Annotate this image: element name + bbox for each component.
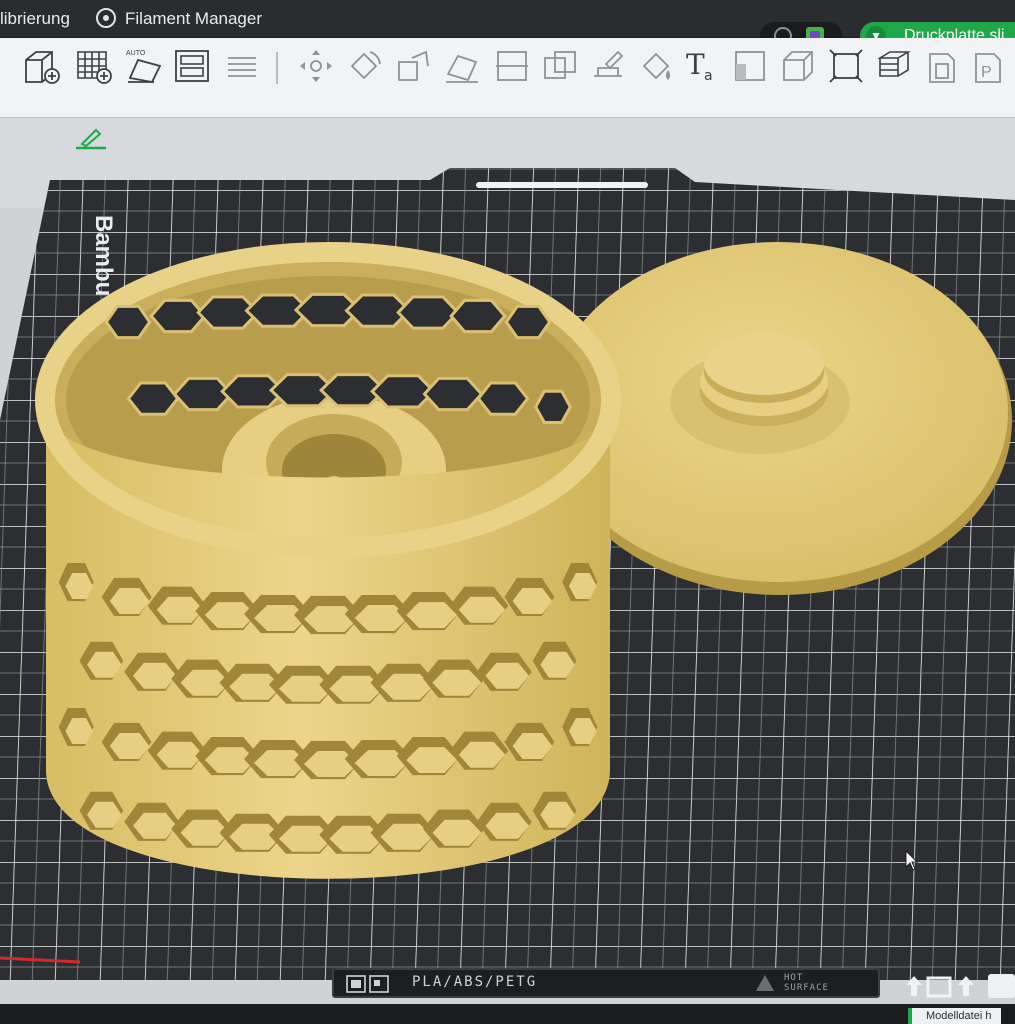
back-hex-hole — [476, 381, 530, 416]
plate-controls — [900, 972, 1015, 1000]
svg-text:P: P — [981, 64, 992, 81]
back-hex-hole — [370, 374, 436, 409]
add-object-icon[interactable] — [22, 46, 62, 86]
text-icon[interactable]: Ta — [684, 46, 724, 86]
back-hex-hole — [504, 304, 552, 340]
hot-surface-warning: HOT SURFACE — [750, 973, 870, 995]
lay-on-face-icon[interactable] — [442, 46, 482, 86]
toolbar-divider — [276, 52, 278, 84]
tab-filament-manager-label: Filament Manager — [125, 9, 263, 28]
arrange-icon[interactable] — [172, 46, 212, 86]
rotate-icon[interactable] — [344, 46, 384, 86]
preview-icon[interactable]: P — [968, 46, 1008, 86]
hot-surface-line1: HOT — [784, 973, 804, 983]
support-paint-icon[interactable] — [588, 46, 628, 86]
status-message: Modelldatei h — [908, 1008, 1002, 1024]
main-toolbar: AUTO Ta P — [0, 38, 1015, 118]
svg-text:AUTO: AUTO — [126, 50, 146, 57]
add-plate-icon[interactable] — [74, 46, 114, 86]
arrow-up-icon — [958, 976, 974, 996]
back-hex-hole — [533, 389, 573, 424]
back-hex-hole — [422, 376, 484, 412]
filament-icon — [96, 8, 116, 28]
assembly-icon[interactable] — [874, 46, 914, 86]
measure-icon[interactable] — [826, 46, 866, 86]
container-model — [35, 242, 621, 879]
hot-surface-line2: SURFACE — [784, 983, 829, 993]
auto-orient-icon[interactable]: AUTO — [124, 46, 164, 86]
filament-compatibility: PLA/ABS/PETG — [412, 974, 538, 990]
mouse-cursor-icon — [905, 849, 919, 872]
status-bar — [0, 1004, 1015, 1024]
tab-calibration-label: librierung — [0, 9, 70, 28]
plate-view-icon[interactable] — [922, 46, 962, 86]
back-hex-hole — [104, 304, 152, 340]
variable-layer-icon[interactable] — [778, 46, 818, 86]
plate-handle — [476, 182, 648, 188]
back-hex-hole — [126, 381, 180, 416]
back-hex-hole — [449, 298, 507, 334]
tab-calibration[interactable]: librierung — [0, 7, 70, 31]
plate-info-bar: PLA/ABS/PETG HOT SURFACE — [332, 968, 880, 998]
back-hex-hole — [149, 298, 207, 334]
upload-icon — [906, 976, 922, 996]
svg-text:a: a — [704, 68, 713, 84]
edit-plate-icon[interactable] — [74, 126, 108, 152]
layers-icon[interactable] — [222, 46, 262, 86]
cut-icon[interactable] — [492, 46, 532, 86]
color-paint-icon[interactable] — [636, 46, 676, 86]
slicer-window: librierung Filament Manager ▼ Druckplatt… — [0, 0, 1015, 1024]
plate-frame-icon — [926, 976, 952, 998]
build-plate-view[interactable]: Bambu Tex — [0, 160, 1015, 980]
plate-type-icon — [346, 975, 390, 993]
move-icon[interactable] — [296, 46, 336, 86]
warning-icon — [756, 975, 774, 991]
back-hex-hole — [396, 295, 460, 330]
svg-text:T: T — [686, 48, 705, 81]
seam-icon[interactable] — [730, 46, 770, 86]
tab-filament-manager[interactable]: Filament Manager — [96, 7, 262, 31]
scale-icon[interactable] — [394, 46, 434, 86]
boolean-icon[interactable] — [540, 46, 580, 86]
